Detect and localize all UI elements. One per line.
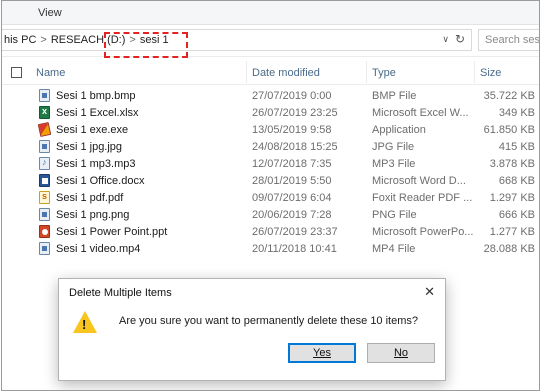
file-type: Microsoft PowerPo...	[372, 226, 474, 238]
file-name: Sesi 1 bmp.bmp	[56, 90, 136, 102]
video-file-icon	[39, 242, 50, 255]
file-name: Sesi 1 Office.docx	[56, 175, 145, 187]
ribbon-tab-view[interactable]: View	[38, 7, 62, 19]
no-button[interactable]: No	[367, 343, 435, 363]
file-type: Microsoft Word D...	[372, 175, 466, 187]
file-type: Foxit Reader PDF ...	[372, 192, 473, 204]
file-name: Sesi 1 Power Point.ppt	[56, 226, 168, 238]
file-type: Microsoft Excel W...	[372, 107, 469, 119]
file-date: 20/06/2019 7:28	[252, 209, 332, 221]
file-date: 26/07/2019 23:37	[252, 226, 338, 238]
file-size: 1.277 KB	[489, 226, 535, 238]
file-date: 09/07/2019 6:04	[252, 192, 332, 204]
dialog-body: ! Are you sure you want to permanently d…	[59, 305, 445, 382]
file-type: JPG File	[372, 141, 415, 153]
pdf-file-icon	[39, 191, 50, 204]
image-file-icon	[39, 140, 50, 153]
dialog-message: Are you sure you want to permanently del…	[119, 315, 419, 327]
column-divider[interactable]	[246, 61, 247, 83]
file-size: 415 KB	[498, 141, 535, 153]
column-header-date[interactable]: Date modified	[252, 67, 320, 79]
file-row[interactable]: Sesi 1 Office.docx 28/01/2019 5:50 Micro…	[2, 172, 539, 189]
file-explorer-window: View his PC > RESEACH (D:) > sesi 1 ∨ ↻ Sear…	[1, 0, 540, 391]
powerpoint-file-icon	[39, 225, 50, 238]
refresh-icon[interactable]: ↻	[455, 32, 465, 46]
file-row[interactable]: Sesi 1 jpg.jpg 24/08/2018 15:25 JPG File…	[2, 138, 539, 155]
column-header-name[interactable]: Name	[36, 67, 65, 79]
file-type: BMP File	[372, 90, 417, 102]
file-type: Application	[372, 124, 426, 136]
file-row[interactable]: Sesi 1 bmp.bmp 27/07/2019 0:00 BMP File …	[2, 87, 539, 104]
file-date: 27/07/2019 0:00	[252, 90, 332, 102]
file-size: 349 KB	[498, 107, 535, 119]
file-row[interactable]: Sesi 1 Excel.xlsx 26/07/2019 23:25 Micro…	[2, 104, 539, 121]
file-size: 1.297 KB	[489, 192, 535, 204]
file-date: 28/01/2019 5:50	[252, 175, 332, 187]
file-type: MP4 File	[372, 243, 416, 255]
close-icon[interactable]: ✕	[424, 284, 435, 300]
file-name: Sesi 1 pdf.pdf	[56, 192, 124, 204]
file-name: Sesi 1 mp3.mp3	[56, 158, 136, 170]
file-date: 26/07/2019 23:25	[252, 107, 338, 119]
no-label: No	[393, 347, 409, 359]
column-header-type[interactable]: Type	[372, 67, 396, 79]
word-file-icon	[39, 174, 50, 187]
file-name: Sesi 1 Excel.xlsx	[56, 107, 139, 119]
file-date: 12/07/2018 7:35	[252, 158, 332, 170]
file-row[interactable]: Sesi 1 png.png 20/06/2019 7:28 PNG File …	[2, 206, 539, 223]
file-name: Sesi 1 exe.exe	[56, 124, 129, 136]
file-row[interactable]: Sesi 1 video.mp4 20/11/2018 10:41 MP4 Fi…	[2, 240, 539, 257]
yes-button[interactable]: Yes	[288, 343, 356, 363]
file-size: 35.722 KB	[483, 90, 535, 102]
red-dashed-highlight	[104, 32, 188, 58]
column-divider[interactable]	[366, 61, 367, 83]
dialog-title: Delete Multiple Items	[69, 287, 172, 299]
file-row[interactable]: Sesi 1 Power Point.ppt 26/07/2019 23:37 …	[2, 223, 539, 240]
file-size: 3.878 KB	[489, 158, 535, 170]
file-date: 24/08/2018 15:25	[252, 141, 338, 153]
select-all-checkbox[interactable]	[11, 67, 22, 78]
yes-label: Yes	[313, 347, 331, 359]
file-type: PNG File	[372, 209, 417, 221]
file-size: 28.088 KB	[483, 243, 535, 255]
chevron-down-icon[interactable]: ∨	[442, 34, 449, 45]
file-size: 668 KB	[498, 175, 535, 187]
file-type: MP3 File	[372, 158, 416, 170]
excel-file-icon	[39, 106, 50, 119]
address-row: his PC > RESEACH (D:) > sesi 1 ∨ ↻ Search se…	[2, 25, 539, 58]
delete-confirmation-dialog: Delete Multiple Items ✕ ! Are you sure y…	[58, 278, 446, 381]
file-date: 20/11/2018 10:41	[252, 243, 337, 255]
address-bar[interactable]: his PC > RESEACH (D:) > sesi 1 ∨ ↻	[2, 29, 472, 58]
image-file-icon	[39, 208, 50, 221]
file-size: 61.850 KB	[483, 124, 535, 136]
file-date: 13/05/2019 9:58	[252, 124, 332, 136]
file-row[interactable]: Sesi 1 exe.exe 13/05/2019 9:58 Applicati…	[2, 121, 539, 138]
ribbon-bar: View	[2, 1, 539, 25]
file-row[interactable]: Sesi 1 mp3.mp3 12/07/2018 7:35 MP3 File …	[2, 155, 539, 172]
file-name: Sesi 1 video.mp4	[56, 243, 141, 255]
file-row[interactable]: Sesi 1 pdf.pdf 09/07/2019 6:04 Foxit Rea…	[2, 189, 539, 206]
image-file-icon	[39, 89, 50, 102]
file-size: 666 KB	[498, 209, 535, 221]
exclamation-mark: !	[82, 317, 87, 332]
column-header-size[interactable]: Size	[480, 67, 501, 79]
column-divider[interactable]	[474, 61, 475, 83]
breadcrumb-separator: >	[40, 34, 47, 46]
file-list: Sesi 1 bmp.bmp 27/07/2019 0:00 BMP File …	[2, 87, 539, 257]
file-name: Sesi 1 png.png	[56, 209, 130, 221]
application-icon	[37, 121, 52, 138]
audio-file-icon	[39, 157, 50, 170]
column-headers: Name Date modified Type Size	[2, 59, 539, 85]
search-input[interactable]: Search ses...	[478, 29, 539, 51]
file-name: Sesi 1 jpg.jpg	[56, 141, 123, 153]
breadcrumb-this-pc[interactable]: his PC	[4, 34, 36, 46]
